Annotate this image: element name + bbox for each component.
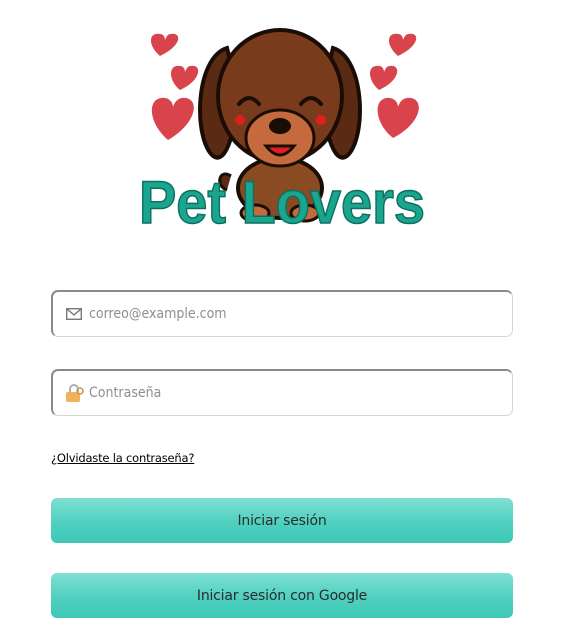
hearts-left-icon — [151, 33, 199, 140]
envelope-icon — [59, 308, 89, 320]
logo-graphic: Pet Lovers — [138, 28, 426, 237]
lock-icon — [59, 383, 89, 403]
password-field[interactable] — [51, 369, 513, 416]
email-input[interactable] — [89, 292, 512, 336]
google-login-button[interactable]: Iniciar sesión con Google — [51, 573, 513, 618]
forgot-password-link[interactable]: ¿Olvidaste la contraseña? — [51, 451, 194, 465]
login-button[interactable]: Iniciar sesión — [51, 498, 513, 543]
pet-lovers-logo: Pet Lovers — [135, 8, 430, 244]
password-input[interactable] — [89, 371, 512, 415]
email-field[interactable] — [51, 290, 513, 337]
hearts-right-icon — [370, 33, 419, 138]
logo-text: Pet Lovers — [139, 169, 425, 236]
